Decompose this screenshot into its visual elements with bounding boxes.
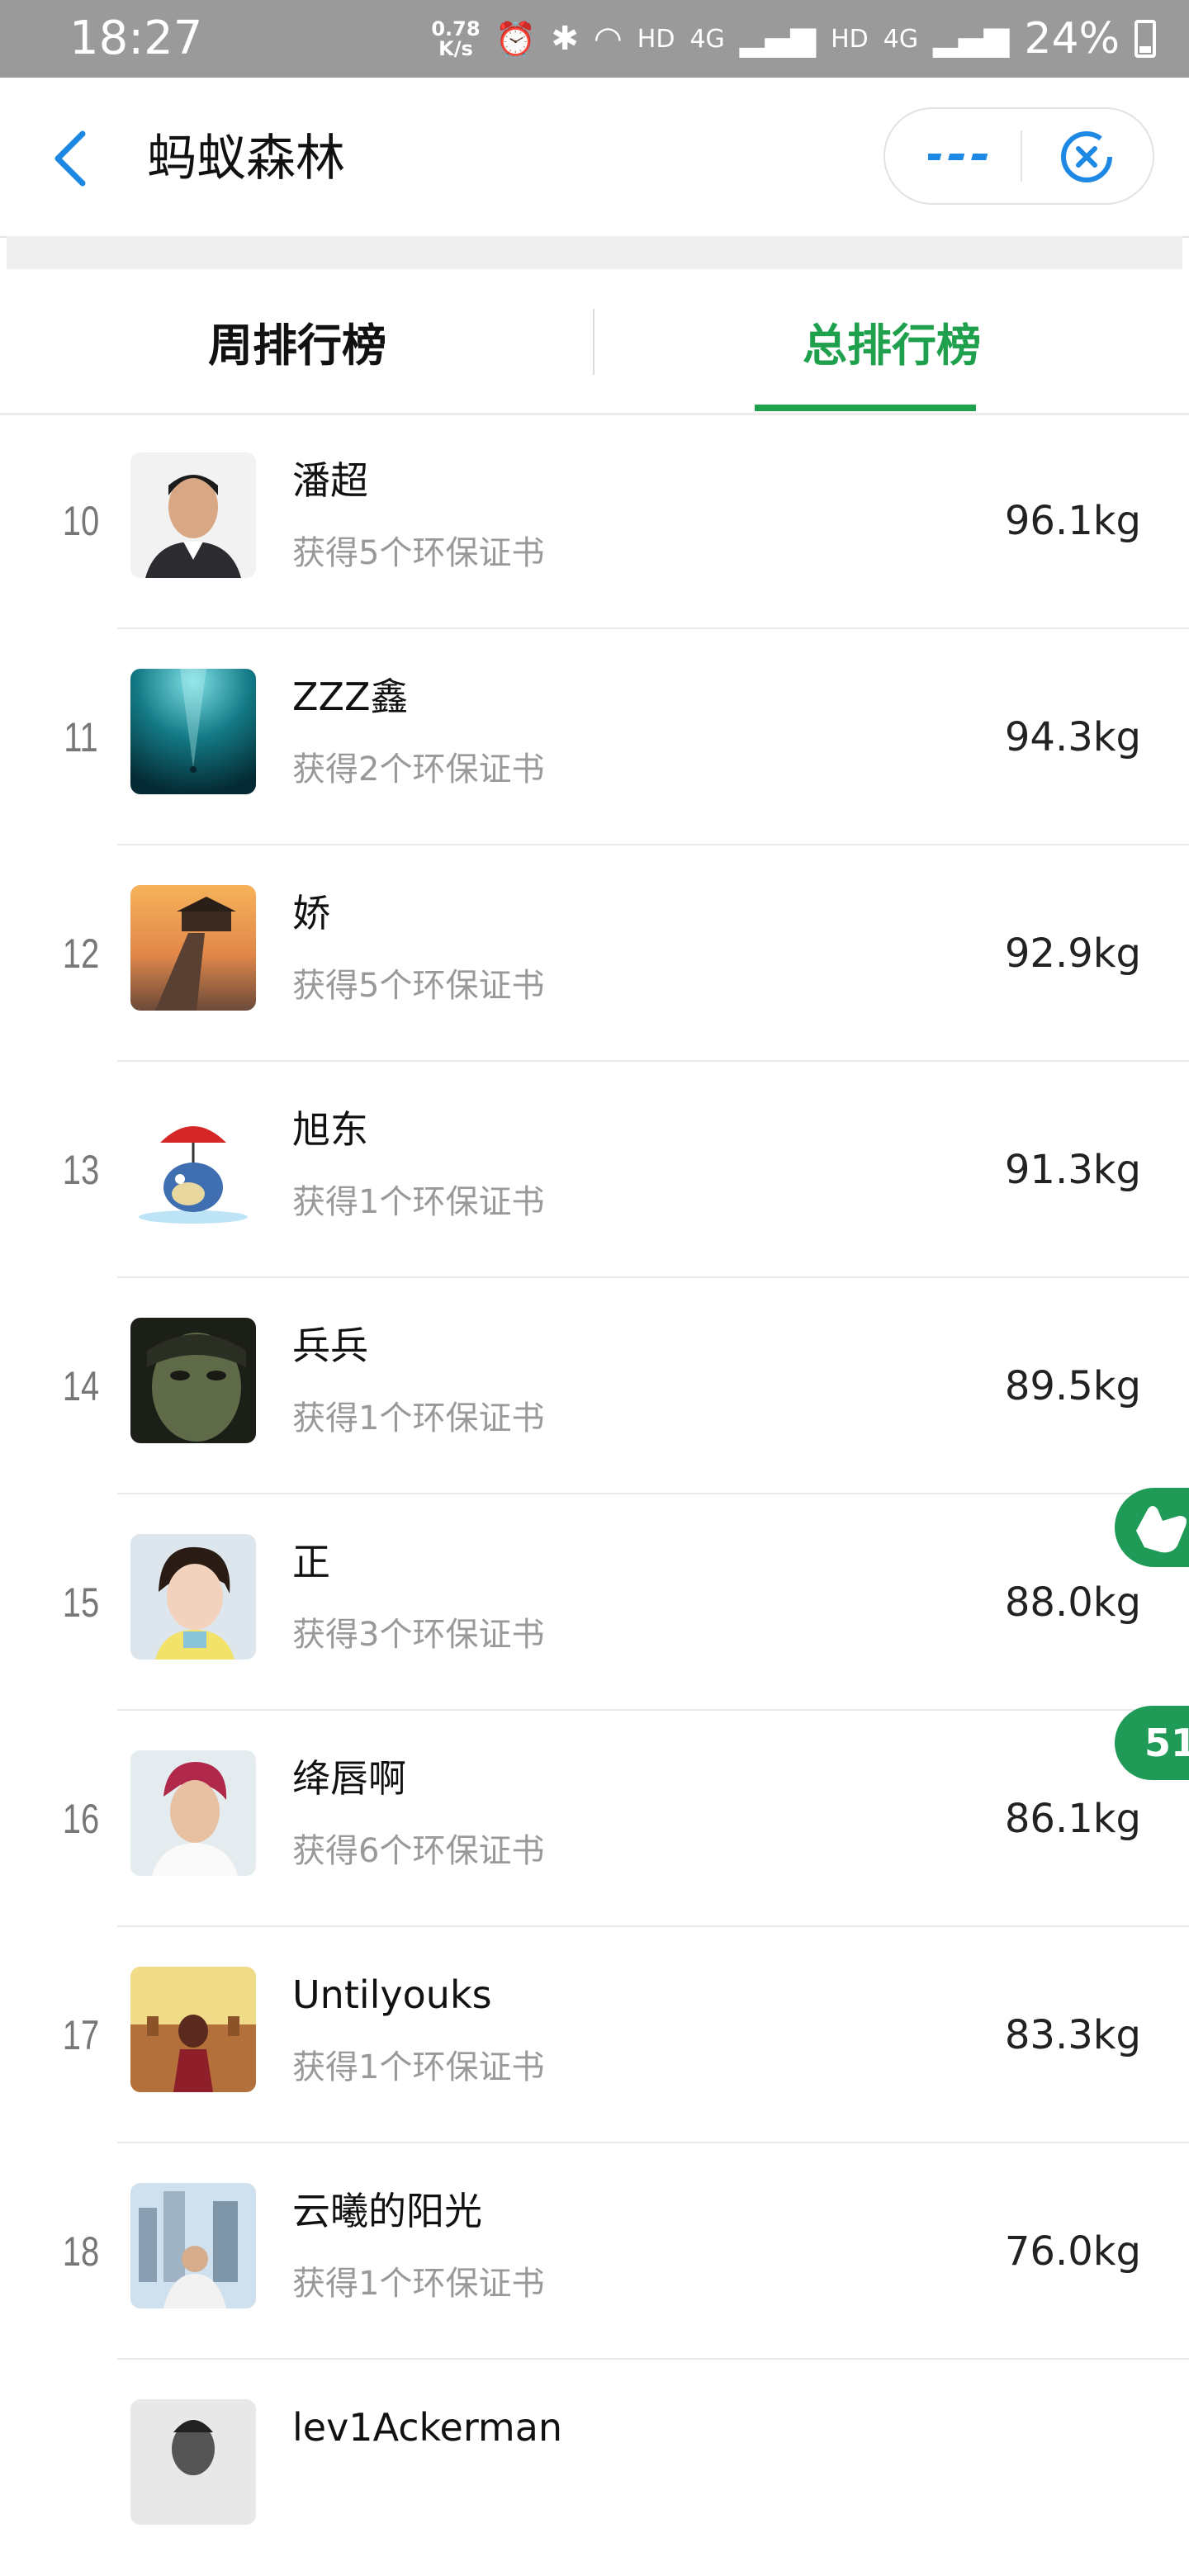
- user-name: Untilyouks: [292, 1972, 492, 2017]
- certificate-count: 获得6个环保证书: [292, 1832, 545, 1870]
- chevron-left-icon: [54, 130, 86, 187]
- rank-number: 16: [62, 1796, 100, 1842]
- avatar[interactable]: [130, 2183, 256, 2308]
- certificate-count: 获得5个环保证书: [292, 534, 545, 572]
- alarm-icon: ⏰: [495, 20, 537, 59]
- ranking-row[interactable]: 12 娇 获得5个环保证书 92.9kg: [0, 845, 1189, 1062]
- more-button[interactable]: [925, 142, 994, 172]
- ranking-row[interactable]: 11 ZZZ鑫 获得2个环保证书 94.3kg: [0, 629, 1189, 845]
- battery-icon: [1135, 20, 1156, 58]
- rank-number: [53, 2360, 108, 2576]
- rank-number: 17: [62, 2012, 100, 2058]
- tab-weekly-ranking[interactable]: 周排行榜: [0, 269, 594, 413]
- ranking-tabs: 周排行榜 总排行榜: [0, 269, 1189, 415]
- page-title: 蚂蚁森林: [147, 130, 345, 187]
- carbon-weight: 94.3kg: [1004, 714, 1141, 760]
- avatar-cartoon-umbrella-icon: [130, 1101, 256, 1227]
- user-name: 兵兵: [292, 1324, 368, 1368]
- user-name: 潘超: [292, 458, 368, 503]
- collect-energy-badge[interactable]: [1115, 1488, 1189, 1567]
- net-speed: 0.78 K/s: [431, 17, 481, 60]
- ranking-row[interactable]: lev1Ackerman: [0, 2360, 1189, 2576]
- avatar[interactable]: [130, 1534, 256, 1660]
- tab-total-ranking[interactable]: 总排行榜: [594, 269, 1189, 413]
- avatar-bw-portrait-icon: [130, 2399, 256, 2525]
- avatar-person-icon: [130, 452, 256, 578]
- mini-program-capsule: [883, 107, 1154, 205]
- certificate-count: 获得3个环保证书: [292, 1616, 545, 1654]
- avatar-city-person-icon: [130, 2183, 256, 2308]
- network-4g-label-1: 4G: [689, 24, 725, 54]
- signal-icon-2: ▂▄▆: [933, 20, 1010, 58]
- status-bar: 18:27 0.78 K/s ⏰ ✱ ◠ HD 4G ▂▄▆ HD 4G ▂▄▆…: [0, 0, 1189, 78]
- ranking-row[interactable]: 14 兵兵 获得1个环保证书 89.5kg: [0, 1278, 1189, 1494]
- avatar[interactable]: [130, 2399, 256, 2525]
- carbon-weight: 89.5kg: [1004, 1363, 1141, 1409]
- signal-icon-1: ▂▄▆: [739, 20, 817, 58]
- status-icons: 0.78 K/s ⏰ ✱ ◠ HD 4G ▂▄▆ HD 4G ▂▄▆ 24%: [431, 12, 1156, 66]
- carbon-weight: 91.3kg: [1004, 1147, 1141, 1193]
- rank-number: 13: [62, 1147, 100, 1193]
- avatar-girl-icon: [130, 1534, 256, 1660]
- avatar-temple-icon: [130, 1967, 256, 2092]
- hd-label-2: HD: [831, 24, 869, 54]
- user-name: lev1Ackerman: [292, 2405, 563, 2450]
- avatar[interactable]: [130, 885, 256, 1011]
- avatar[interactable]: [130, 452, 256, 578]
- certificate-count: 获得1个环保证书: [292, 1399, 545, 1437]
- avatar[interactable]: [130, 1318, 256, 1443]
- user-name: 娇: [292, 891, 330, 935]
- rank-number: 15: [62, 1579, 100, 1626]
- energy-count-badge[interactable]: 51: [1115, 1706, 1189, 1780]
- avatar-pier-sunset-icon: [130, 885, 256, 1011]
- wifi-icon: ◠: [593, 20, 623, 58]
- ranking-row[interactable]: 13 旭东 获得1个环保证书 91.3kg: [0, 1062, 1189, 1278]
- close-button[interactable]: [1057, 127, 1116, 187]
- hand-icon: [1136, 1506, 1187, 1553]
- ranking-row[interactable]: 10 潘超 获得5个环保证书 96.1kg: [0, 413, 1189, 629]
- hd-label-1: HD: [637, 24, 675, 54]
- active-tab-indicator: [755, 405, 976, 411]
- ranking-row[interactable]: 15 正 获得3个环保证书 88.0kg: [0, 1494, 1189, 1711]
- carbon-weight: 76.0kg: [1004, 2228, 1141, 2275]
- certificate-count: 获得1个环保证书: [292, 2048, 545, 2086]
- user-name: 绛唇啊: [292, 1756, 406, 1801]
- avatar[interactable]: [130, 1101, 256, 1227]
- user-name: 旭东: [292, 1107, 368, 1152]
- close-circle-icon: [1061, 131, 1112, 182]
- carbon-weight: 92.9kg: [1004, 930, 1141, 977]
- bluetooth-icon: ✱: [551, 20, 579, 58]
- carbon-weight: 96.1kg: [1004, 498, 1141, 544]
- user-name: 云曦的阳光: [292, 2189, 482, 2233]
- carbon-weight: 83.3kg: [1004, 2012, 1141, 2058]
- app-header: 蚂蚁森林: [0, 78, 1189, 238]
- user-name: ZZZ鑫: [292, 675, 409, 719]
- certificate-count: 获得1个环保证书: [292, 1183, 545, 1221]
- header-shadow-strip: [7, 236, 1182, 269]
- more-dots-icon: [925, 154, 988, 160]
- ranking-row[interactable]: 16 绛唇啊 获得6个环保证书 86.1kg: [0, 1711, 1189, 1927]
- battery-percent: 24%: [1024, 14, 1120, 64]
- avatar[interactable]: [130, 1750, 256, 1876]
- rank-number: 18: [62, 2228, 100, 2275]
- certificate-count: 获得5个环保证书: [292, 967, 545, 1005]
- certificate-count: 获得1个环保证书: [292, 2265, 545, 2303]
- avatar-red-hair-icon: [130, 1750, 256, 1876]
- ranking-row[interactable]: 18 云曦的阳光 获得1个环保证书 76.0kg: [0, 2143, 1189, 2360]
- avatar[interactable]: [130, 1967, 256, 2092]
- status-time: 18:27: [69, 12, 203, 65]
- ranking-row[interactable]: 17 Untilyouks 获得1个环保证书 83.3kg: [0, 1927, 1189, 2143]
- network-4g-label-2: 4G: [883, 24, 919, 54]
- capsule-divider: [1021, 130, 1022, 182]
- avatar[interactable]: [130, 669, 256, 794]
- avatar-painted-face-icon: [130, 1318, 256, 1443]
- back-button[interactable]: [46, 125, 96, 192]
- certificate-count: 获得2个环保证书: [292, 751, 545, 788]
- rank-number: 14: [62, 1363, 100, 1409]
- rank-number: 11: [64, 714, 98, 760]
- user-name: 正: [292, 1540, 330, 1584]
- avatar-underwater-icon: [130, 669, 256, 794]
- rank-number: 10: [62, 498, 100, 544]
- rank-number: 12: [62, 930, 100, 977]
